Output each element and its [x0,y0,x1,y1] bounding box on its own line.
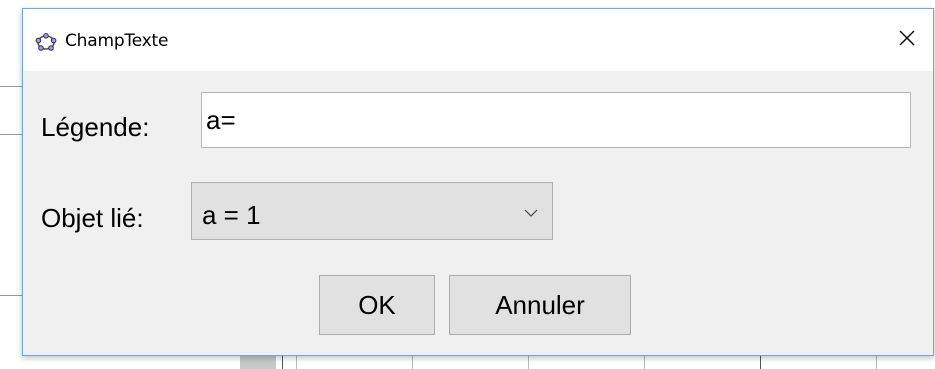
linked-object-select[interactable]: a = 1 [191,182,553,240]
dialog-titlebar[interactable]: ChampTexte [23,9,933,71]
caption-input[interactable] [201,92,911,148]
textfield-dialog: ChampTexte Légende: Objet lié: a = 1 OK … [22,8,934,356]
geogebra-icon [35,31,57,53]
background-grid-line [876,356,877,369]
background-grid-line [296,356,297,369]
chevron-down-icon [524,205,538,217]
background-divider [0,134,22,135]
dialog-title: ChampTexte [65,31,169,51]
close-icon [898,29,916,52]
background-spreadsheet-header-cell [240,356,276,369]
background-grid-line [412,356,413,369]
close-button[interactable] [891,25,923,55]
background-grid-line [282,356,283,369]
background-grid-line [644,356,645,369]
background-grid-line [760,356,761,369]
background-app-edge [0,0,22,369]
linked-object-label: Objet lié: [41,203,144,233]
linked-object-value: a = 1 [202,200,261,230]
background-divider [0,295,22,296]
cancel-button[interactable]: Annuler [449,275,631,335]
ok-button[interactable]: OK [319,275,435,335]
caption-label: Légende: [41,112,150,142]
background-grid-line [528,356,529,369]
background-divider [0,86,22,87]
background-spreadsheet-row [235,356,935,369]
